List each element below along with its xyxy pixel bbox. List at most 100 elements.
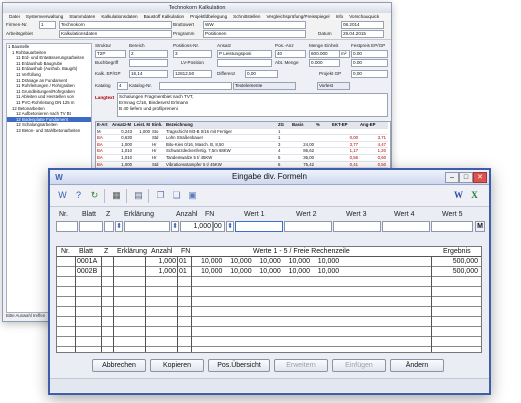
grid-column-header[interactable]: Ang-EP (360, 122, 386, 128)
menu-item[interactable]: Projektfdbelegung (190, 14, 227, 19)
table-cell-werte[interactable]: 10,000 10,000 10,000 10,000 10,000 (193, 257, 437, 266)
katalog-nr-field[interactable] (159, 82, 232, 90)
refresh-icon[interactable]: ↻ (88, 189, 101, 202)
grid-column-header[interactable]: Ansatz-M (112, 122, 132, 128)
table-cell-blatt[interactable]: 0002B (77, 267, 101, 276)
table-cell-nr[interactable] (59, 257, 73, 266)
excel-icon[interactable]: X (468, 189, 481, 202)
projekt-gp-field[interactable]: 0,00 (351, 70, 388, 78)
fn-selector-icon[interactable]: ⬍ (226, 221, 234, 232)
menu-item[interactable]: Stammdaten (69, 14, 95, 19)
grid-column-header[interactable]: Leist. M. (134, 122, 150, 128)
table-cell-ergebnis[interactable]: 500,000 (433, 257, 478, 266)
table-cell-ergebnis[interactable]: 500,000 (433, 267, 478, 276)
menu-item[interactable]: Info (336, 14, 344, 19)
table-cell-fn[interactable]: 01 (179, 267, 190, 276)
help-icon[interactable]: ? (72, 189, 85, 202)
langtext-area[interactable]: Schalungen Fragmentbiet nach TVT, Ermnag… (117, 93, 388, 117)
menu-item[interactable]: Systemverwaltung (26, 14, 64, 19)
table-cell-z[interactable] (103, 267, 111, 276)
dialog-title-bar[interactable]: W Eingabe div. Formeln – □ ✕ (50, 170, 489, 185)
maximize-button[interactable]: □ (459, 172, 473, 183)
table-cell-anzahl[interactable]: 1,000 (147, 257, 176, 266)
wert4-input[interactable] (382, 221, 430, 232)
copy-icon[interactable]: ❐ (154, 189, 167, 202)
aendern-button[interactable]: Ändern (390, 359, 444, 372)
tree-item[interactable]: 11 Erd- und Entwässerungsarbeiten (7, 55, 91, 61)
erweitern-button[interactable]: Erweitern (274, 359, 328, 372)
kopieren-button[interactable]: Kopieren (150, 359, 204, 372)
bereich-field[interactable]: 2 (129, 50, 168, 58)
arbeitsgebiet-field[interactable]: Kalkulationsdaten (59, 30, 172, 38)
menu-item[interactable]: Kalkulationsdaten (101, 14, 137, 19)
z-selector-icon[interactable]: ⬍ (115, 221, 123, 232)
table-cell-erklaerung[interactable] (115, 267, 145, 276)
kalk-ep-field[interactable]: 16,14 (129, 70, 168, 78)
wert3-input[interactable] (333, 221, 381, 232)
abt-menge-field[interactable]: 0.000 (309, 59, 340, 67)
document-icon[interactable]: ▤ (132, 189, 145, 202)
word-icon[interactable]: W (452, 189, 465, 202)
programm-field[interactable]: Positionen (203, 30, 306, 38)
datum-field[interactable]: 29.04.2015 (341, 30, 384, 38)
table-cell-erklaerung[interactable] (115, 257, 145, 266)
grid-row[interactable]: BA 1,010 Hr Tandemwalze 5 t/ 45KW 5 36,00 0,56… (96, 155, 388, 162)
abbrechen-button[interactable]: Abbrechen (92, 359, 146, 372)
minimize-button[interactable]: – (445, 172, 459, 183)
grid-column-header[interactable]: E-Art (97, 122, 111, 128)
menu-item[interactable]: Vergleichsprüfung/Preisspiegel (266, 14, 329, 19)
paste-icon[interactable]: ❏ (170, 189, 183, 202)
grid-row[interactable]: BA 1,010 Hr Schwarzdeckenfertig. 7,5m 68KW 4… (96, 148, 388, 155)
menu-item[interactable]: Schnittstellen (233, 14, 260, 19)
grid-column-header[interactable]: EKT-EP (332, 122, 358, 128)
ansatz-select[interactable]: P Leistungsposi (217, 50, 272, 58)
grid-row[interactable]: BA 0,630 Std Lohn Straßenbauer 1 0,00 3,71 (96, 135, 388, 142)
grid-column-header[interactable]: ZG (278, 122, 290, 128)
struktur-field[interactable]: T2P (95, 50, 126, 58)
table-cell-z[interactable] (103, 257, 111, 266)
lv-position-field[interactable] (217, 59, 272, 67)
wert1-input[interactable] (235, 221, 283, 232)
pos-uebersicht-button[interactable]: Pos.Übersicht (208, 359, 270, 372)
m-button[interactable]: M (475, 221, 485, 232)
einfuegen-button[interactable]: Einfügen (332, 359, 386, 372)
blatt-input[interactable] (79, 221, 103, 232)
positions-field[interactable]: 3 (173, 50, 212, 58)
tree-item[interactable]: 13 Beton- und Stahlbetonarbeiten (7, 128, 91, 134)
buchbegriff-field[interactable] (129, 59, 168, 67)
erklaerung-input[interactable] (124, 221, 170, 232)
erklaerung-selector-icon[interactable]: ⬍ (171, 221, 179, 232)
grid-column-header[interactable]: % (316, 122, 330, 128)
table-cell-werte[interactable]: 10,000 10,000 10,000 10,000 10,000 (193, 267, 437, 276)
menu-item[interactable]: Baustoff Kalkulation (144, 14, 185, 19)
formula-table[interactable]: Nr. Blatt Z Erklärung Anzahl FN Werte 1 … (56, 246, 482, 353)
clipboard-icon[interactable]: ▣ (186, 189, 199, 202)
festpreis-gp-field[interactable]: 0.00 (351, 59, 388, 67)
fn-input[interactable]: 00 (213, 221, 225, 232)
table-cell-fn[interactable]: 01 (179, 257, 190, 266)
menge-unit[interactable]: m² (339, 50, 350, 58)
grid-row[interactable]: M 0,243 1,000 Sto Tragschicht M3-B 0/16 mit … (96, 129, 388, 136)
menge-field[interactable]: 600.000 (309, 50, 340, 58)
grid-column-header[interactable]: Basis (292, 122, 314, 128)
table-cell-nr[interactable] (59, 267, 73, 276)
menu-item[interactable]: Vorschauquick (349, 14, 379, 19)
firmen-name-field[interactable]: Technokorn (59, 21, 172, 29)
app-w-icon[interactable]: W (56, 189, 69, 202)
menu-item[interactable]: Datei (9, 14, 20, 19)
differenz-field[interactable]: 0,00 (245, 70, 278, 78)
wert5-input[interactable] (431, 221, 473, 232)
nr-input[interactable] (56, 221, 78, 232)
vorlest-button[interactable]: Vorlest (317, 82, 350, 90)
kalk-gp-field[interactable]: 12812,50 (173, 70, 212, 78)
period-field[interactable]: 08.2014 (341, 21, 384, 29)
close-button[interactable]: ✕ (473, 172, 487, 183)
grid-column-header[interactable]: Einh. (152, 122, 164, 128)
grid-row[interactable]: BA 1,000 Hr Bitu-Kies 0/16, Masch. B, 8,50 3… (96, 142, 388, 149)
katalog-field[interactable]: 4 (117, 82, 128, 90)
z-input[interactable] (104, 221, 114, 232)
calculator-icon[interactable]: ▦ (110, 189, 123, 202)
festpreis-field[interactable]: 0.00 (351, 50, 388, 58)
firmen-number-field[interactable]: 1 (39, 21, 56, 29)
bruttowert-field[interactable]: WW (203, 21, 306, 29)
